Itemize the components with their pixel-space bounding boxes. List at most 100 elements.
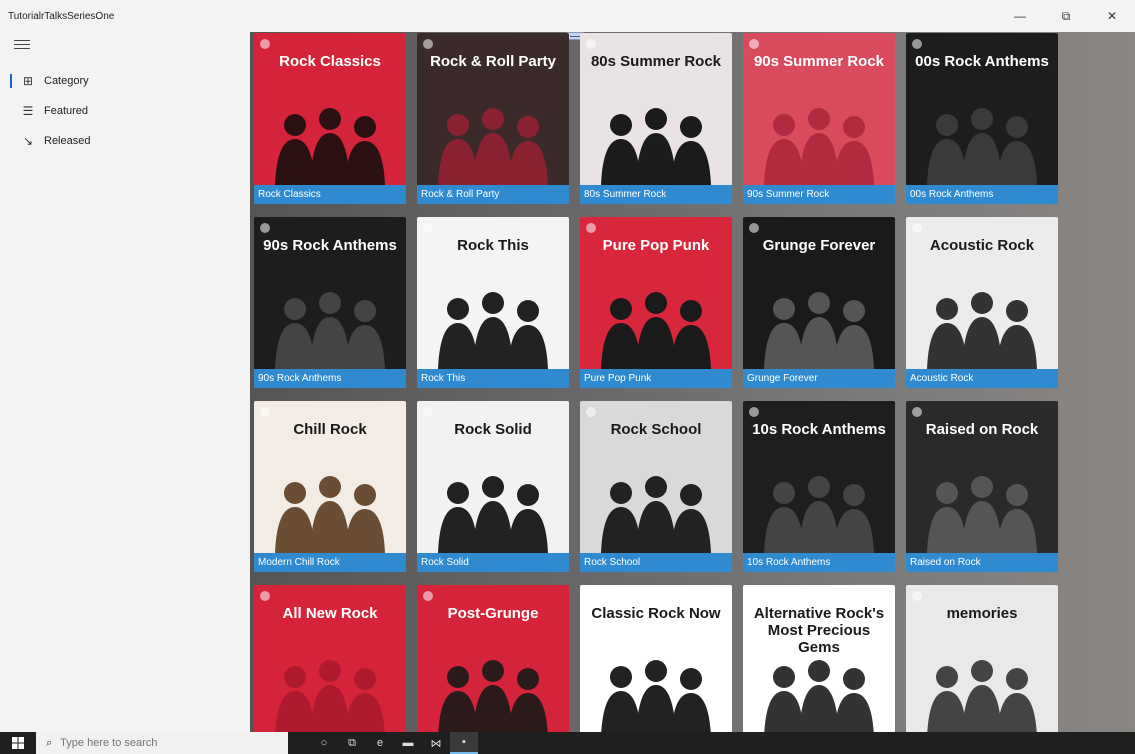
cover-photo-icon — [438, 292, 548, 369]
cover-headline: 80s Summer Rock — [590, 53, 722, 70]
cover-headline: All New Rock — [282, 605, 378, 622]
playlist-caption: Rock & Roll Party — [417, 185, 569, 204]
spotify-logo-icon — [260, 591, 270, 601]
playlist-caption: Raised on Rock — [906, 553, 1058, 572]
cover-headline: Classic Rock Now — [591, 605, 721, 622]
cover-photo-icon — [764, 292, 874, 369]
spotify-logo-icon — [423, 223, 433, 233]
playlist-tile[interactable]: All New RockAll New Rock — [254, 585, 406, 732]
nav-item-label: Released — [44, 135, 91, 147]
cover-photo-icon — [438, 660, 548, 732]
playlist-caption: 80s Summer Rock — [580, 185, 732, 204]
playlist-tile[interactable]: Rock & Roll Party Rock & Roll Party — [417, 33, 569, 204]
playlist-cover: 00s Rock Anthems — [906, 33, 1058, 185]
taskbar: ⌕ ○⧉e▬⋈▪ — [0, 732, 1135, 754]
playlist-grid-area[interactable]: Rock Classics Rock Classics Rock & Roll Pa… — [250, 32, 1135, 732]
playlist-caption: Rock Solid — [417, 553, 569, 572]
playlist-cover: Rock Classics — [254, 33, 406, 185]
nav-pane: ⊞ Category ☰ Featured ↘ Released — [0, 32, 250, 732]
playlist-cover: Rock This — [417, 217, 569, 369]
cover-headline: memories — [946, 605, 1018, 622]
spotify-logo-icon — [749, 39, 759, 49]
playlist-tile[interactable]: Rock Solid Rock Solid — [417, 401, 569, 572]
minimize-button[interactable]: — — [997, 0, 1043, 32]
playlist-cover: Classic Rock Now — [580, 585, 732, 732]
nav-item-featured[interactable]: ☰ Featured — [0, 96, 250, 126]
spotify-logo-icon — [586, 39, 596, 49]
nav-item-category[interactable]: ⊞ Category — [0, 66, 250, 96]
cover-headline: Rock & Roll Party — [430, 53, 556, 70]
playlist-tile[interactable]: Raised on Rock Raised on Rock — [906, 401, 1058, 572]
task-view-icon[interactable]: ⧉ — [338, 732, 366, 754]
playlist-tile[interactable]: 90s Rock Anthems 90s Rock Anthems — [254, 217, 406, 388]
playlist-caption: 10s Rock Anthems — [743, 553, 895, 572]
cortana-icon[interactable]: ○ — [310, 732, 338, 754]
playlist-tile[interactable]: Grunge Forever Grunge Forever — [743, 217, 895, 388]
edge-icon[interactable]: e — [366, 732, 394, 754]
spotify-logo-icon — [423, 39, 433, 49]
featured-icon: ☰ — [22, 104, 34, 118]
spotify-logo-icon — [260, 407, 270, 417]
cover-photo-icon — [601, 660, 711, 732]
cover-headline: Raised on Rock — [925, 421, 1039, 438]
playlist-caption: Grunge Forever — [743, 369, 895, 388]
spotify-logo-icon — [749, 223, 759, 233]
running-app-icon[interactable]: ▪ — [450, 732, 478, 754]
cover-photo-icon — [275, 660, 385, 732]
spotify-logo-icon — [912, 223, 922, 233]
playlist-tile[interactable]: Rock School Rock School — [580, 401, 732, 572]
cover-photo-icon — [438, 108, 548, 185]
playlist-tile[interactable]: Chill Rock Modern Chill Rock — [254, 401, 406, 572]
hamburger-icon[interactable] — [14, 40, 30, 52]
windows-start-icon[interactable] — [0, 732, 36, 754]
playlist-caption: Modern Chill Rock — [254, 553, 406, 572]
playlist-tile[interactable]: Classic Rock NowClassic Rock Now — [580, 585, 732, 732]
playlist-tile[interactable]: Post-GrungePost-Grunge — [417, 585, 569, 732]
category-icon: ⊞ — [22, 74, 34, 88]
spotify-logo-icon — [912, 407, 922, 417]
playlist-tile[interactable]: memoriesmemories — [906, 585, 1058, 732]
spotify-logo-icon — [912, 39, 922, 49]
playlist-tile[interactable]: Alternative Rock's Most Precious GemsAlt… — [743, 585, 895, 732]
playlist-tile[interactable]: 80s Summer Rock 80s Summer Rock — [580, 33, 732, 204]
playlist-tile[interactable]: 10s Rock Anthems 10s Rock Anthems — [743, 401, 895, 572]
cover-headline: 00s Rock Anthems — [915, 53, 1049, 70]
playlist-cover: 90s Summer Rock — [743, 33, 895, 185]
nav-item-released[interactable]: ↘ Released — [0, 126, 250, 156]
cover-headline: Acoustic Rock — [929, 237, 1035, 254]
playlist-caption: Pure Pop Punk — [580, 369, 732, 388]
cover-photo-icon — [438, 476, 548, 553]
cover-headline: Rock Classics — [279, 53, 381, 70]
playlist-tile[interactable]: Rock This Rock This — [417, 217, 569, 388]
spotify-logo-icon — [423, 591, 433, 601]
playlist-cover: All New Rock — [254, 585, 406, 732]
visual-studio-icon[interactable]: ⋈ — [422, 732, 450, 754]
restore-button[interactable]: ⧉ — [1043, 0, 1089, 32]
spotify-logo-icon — [260, 39, 270, 49]
cover-photo-icon — [927, 108, 1037, 185]
cover-photo-icon — [927, 660, 1037, 732]
cover-photo-icon — [927, 292, 1037, 369]
playlist-caption: Rock School — [580, 553, 732, 572]
playlist-tile[interactable]: Rock Classics Rock Classics — [254, 33, 406, 204]
cover-photo-icon — [275, 108, 385, 185]
playlist-cover: Rock School — [580, 401, 732, 553]
close-button[interactable]: ✕ — [1089, 0, 1135, 32]
nav-item-label: Featured — [44, 105, 89, 117]
spotify-logo-icon — [749, 591, 759, 601]
playlist-cover: Rock & Roll Party — [417, 33, 569, 185]
playlist-tile[interactable]: 00s Rock Anthems 00s Rock Anthems — [906, 33, 1058, 204]
playlist-cover: 90s Rock Anthems — [254, 217, 406, 369]
app-title: TutorialrTalksSeriesOne — [8, 10, 115, 22]
playlist-cover: Chill Rock — [254, 401, 406, 553]
file-explorer-icon[interactable]: ▬ — [394, 732, 422, 754]
cover-photo-icon — [601, 292, 711, 369]
playlist-tile[interactable]: Pure Pop Punk Pure Pop Punk — [580, 217, 732, 388]
playlist-tile[interactable]: Acoustic Rock Acoustic Rock — [906, 217, 1058, 388]
spotify-logo-icon — [586, 223, 596, 233]
cover-photo-icon — [601, 476, 711, 553]
cover-headline: Rock Solid — [454, 421, 532, 438]
taskbar-search[interactable]: ⌕ — [36, 732, 288, 754]
search-input[interactable] — [60, 737, 261, 749]
playlist-tile[interactable]: 90s Summer Rock 90s Summer Rock — [743, 33, 895, 204]
